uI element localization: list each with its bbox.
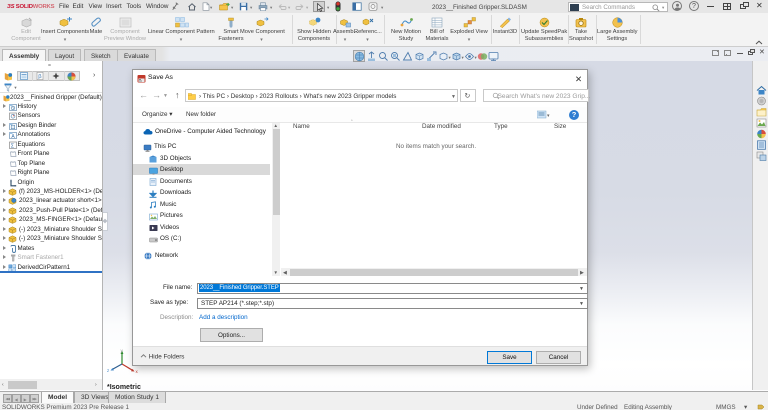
svg-text:Σ: Σ (10, 143, 14, 148)
svg-text:x: x (136, 369, 139, 374)
svg-text:y: y (121, 348, 124, 353)
svg-text:▾: ▾ (547, 113, 550, 119)
svg-text:z: z (107, 368, 110, 373)
